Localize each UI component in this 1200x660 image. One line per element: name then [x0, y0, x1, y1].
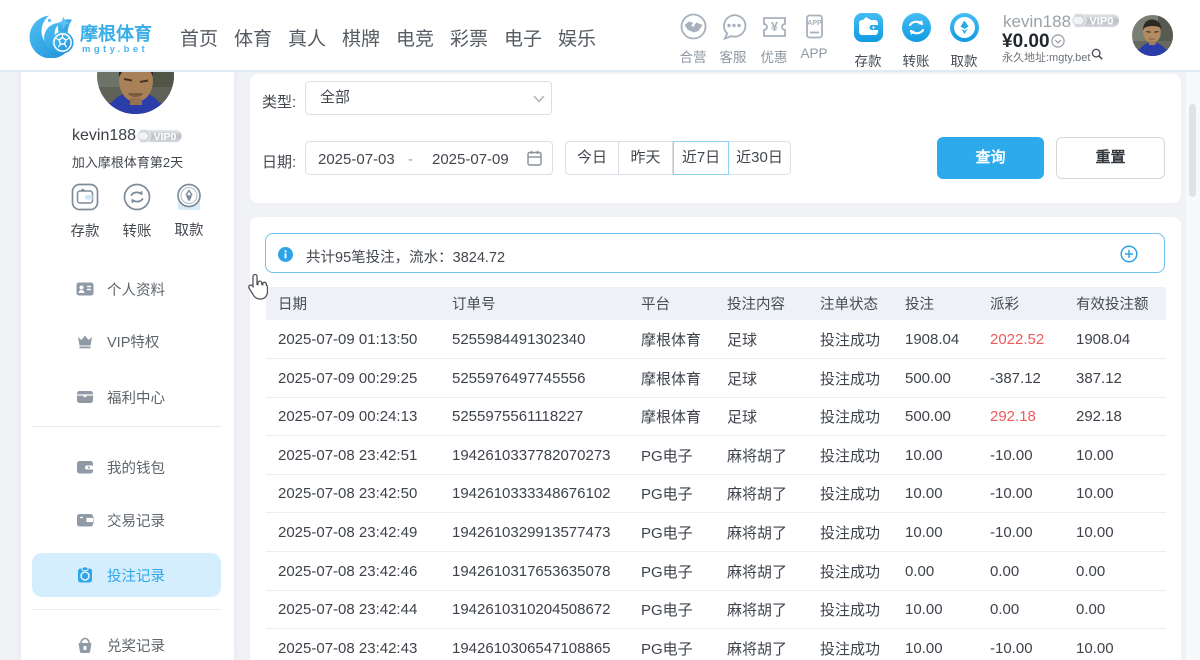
- svg-text:VIP0: VIP0: [1089, 16, 1113, 28]
- svg-text:VIP0: VIP0: [154, 131, 177, 143]
- svg-text:¥: ¥: [770, 19, 778, 34]
- svg-text:APP: APP: [807, 20, 822, 27]
